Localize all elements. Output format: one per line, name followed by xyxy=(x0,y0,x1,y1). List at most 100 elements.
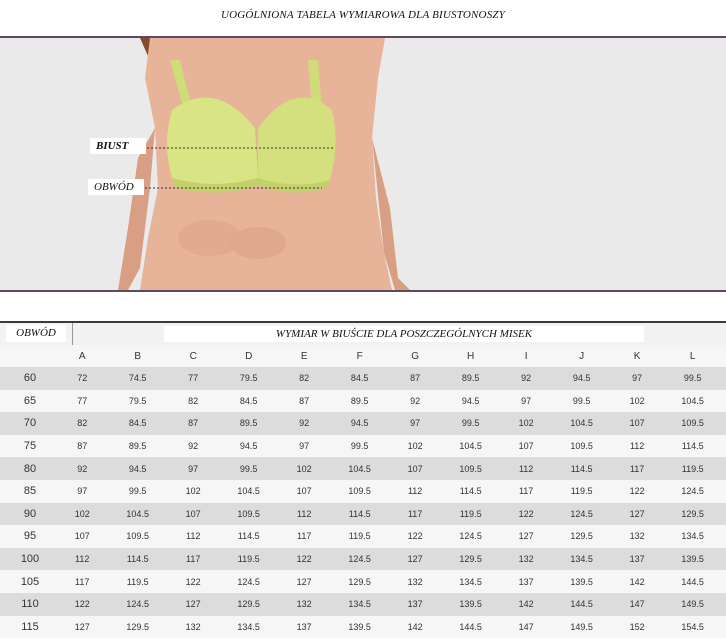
bust-measurement: 129.5 xyxy=(437,547,504,571)
bust-measurement: 92 xyxy=(60,457,105,480)
bust-measurement: 114.5 xyxy=(215,525,282,548)
bust-measurement: 112 xyxy=(170,525,216,548)
bust-measurement: 117 xyxy=(392,502,438,526)
bust-measurement: 119.5 xyxy=(215,547,282,571)
table-row: 90 102 104.5 107 109.5 112 114.5 117 119.5 122 124… xyxy=(0,502,726,526)
bust-measurement: 112 xyxy=(392,479,438,503)
cup-letter: K xyxy=(614,345,660,367)
bust-measurement: 89.5 xyxy=(104,434,171,458)
bust-measurement: 99.5 xyxy=(548,389,615,413)
bust-measurement: 122 xyxy=(281,547,327,571)
bust-measurement: 104.5 xyxy=(437,434,504,458)
bust-measurement: 139.5 xyxy=(437,592,504,616)
band-size: 65 xyxy=(0,389,60,413)
bust-measurement: 102 xyxy=(614,389,660,413)
cup-letter: G xyxy=(392,345,438,367)
bust-measurement: 109.5 xyxy=(215,502,282,526)
bust-measurement: 117 xyxy=(170,547,216,571)
bust-measurement: 94.5 xyxy=(437,389,504,413)
bust-measurement: 89.5 xyxy=(215,412,282,435)
band-size: 95 xyxy=(0,525,60,548)
bust-measurement: 124.5 xyxy=(659,479,726,503)
bust-measurement: 104.5 xyxy=(104,502,171,526)
table-row: 60 72 74.5 77 79.5 82 84.5 87 89.5 92 94.5 97 99.5 xyxy=(0,367,726,390)
bust-measurement: 79.5 xyxy=(215,367,282,390)
model-illustration xyxy=(118,38,410,290)
bust-measurement: 132 xyxy=(614,525,660,548)
table-row: 95 107 109.5 112 114.5 117 119.5 122 124.5 127 129… xyxy=(0,525,726,548)
bust-measurement: 92 xyxy=(170,434,216,458)
bust-measurement: 119.5 xyxy=(437,502,504,526)
band-size: 70 xyxy=(0,412,60,435)
bust-measurement: 142 xyxy=(614,570,660,593)
bust-measurement: 109.5 xyxy=(104,525,171,548)
bust-measurement: 97 xyxy=(392,412,438,435)
bust-measurement: 102 xyxy=(392,434,438,458)
bust-measurement: 107 xyxy=(170,502,216,526)
bust-measurement: 109.5 xyxy=(326,479,393,503)
bust-measurement: 112 xyxy=(281,502,327,526)
bust-measurement: 132 xyxy=(503,547,549,571)
table-row: 75 87 89.5 92 94.5 97 99.5 102 104.5 107 109.5 112 1… xyxy=(0,434,726,458)
bust-measurement: 117 xyxy=(614,457,660,480)
cup-letter: E xyxy=(281,345,327,367)
bust-measurement: 104.5 xyxy=(548,412,615,435)
bust-measurement: 104.5 xyxy=(215,479,282,503)
model-photo: BIUST OBWÓD xyxy=(0,36,726,292)
bust-measurement: 104.5 xyxy=(659,389,726,413)
bust-measurement: 94.5 xyxy=(215,434,282,458)
bust-measurement: 132 xyxy=(281,592,327,616)
bust-measurement: 119.5 xyxy=(548,479,615,503)
bust-measurement: 117 xyxy=(60,570,105,593)
bust-measurement: 134.5 xyxy=(659,525,726,548)
band-size: 85 xyxy=(0,479,60,503)
bust-measurement: 82 xyxy=(281,367,327,390)
bust-measurement: 117 xyxy=(503,479,549,503)
bust-measurement: 127 xyxy=(281,570,327,593)
bust-measurement: 122 xyxy=(614,479,660,503)
cup-letter: D xyxy=(215,345,282,367)
bust-measurement: 114.5 xyxy=(104,547,171,571)
table-row: 85 97 99.5 102 104.5 107 109.5 112 114.5 117 119.5… xyxy=(0,479,726,503)
bust-measurement: 129.5 xyxy=(326,570,393,593)
bust-measurement: 92 xyxy=(281,412,327,435)
band-size: 105 xyxy=(0,570,60,593)
bust-measurement: 114.5 xyxy=(437,479,504,503)
table-row: 105 117 119.5 122 124.5 127 129.5 132 134.5 137 13… xyxy=(0,570,726,593)
bust-measurement: 117 xyxy=(281,525,327,548)
bust-measurement: 112 xyxy=(60,547,105,571)
bust-measurement: 87 xyxy=(60,434,105,458)
bust-measurement: 122 xyxy=(392,525,438,548)
cup-letter: H xyxy=(437,345,504,367)
bust-measurement: 84.5 xyxy=(104,412,171,435)
bust-measurement: 127 xyxy=(614,502,660,526)
bust-measurement: 107 xyxy=(392,457,438,480)
bust-measurement: 99.5 xyxy=(437,412,504,435)
cup-letter: C xyxy=(170,345,216,367)
bust-label: BIUST xyxy=(90,138,146,154)
bust-measurement: 114.5 xyxy=(659,434,726,458)
band-size: 80 xyxy=(0,457,60,480)
bust-measurement: 99.5 xyxy=(215,457,282,480)
bust-measurement: 129.5 xyxy=(215,592,282,616)
bust-measurement: 77 xyxy=(60,389,105,413)
bust-measurement: 134.5 xyxy=(548,547,615,571)
bust-measurement: 139.5 xyxy=(659,547,726,571)
corner-cell xyxy=(0,345,60,367)
band-size: 100 xyxy=(0,547,60,571)
bust-measurement: 129.5 xyxy=(548,525,615,548)
bust-measurement: 119.5 xyxy=(659,457,726,480)
bust-measurement: 94.5 xyxy=(104,457,171,480)
bust-measurement: 109.5 xyxy=(548,434,615,458)
bust-measurement: 87 xyxy=(281,389,327,413)
bust-measurement: 92 xyxy=(503,367,549,390)
cup-letter: A xyxy=(60,345,105,367)
bust-measurement: 107 xyxy=(503,434,549,458)
bust-measurement: 134.5 xyxy=(437,570,504,593)
band-label: OBWÓD xyxy=(88,179,144,195)
bust-measurement: 109.5 xyxy=(659,412,726,435)
bust-measurement: 104.5 xyxy=(326,457,393,480)
cup-letter: I xyxy=(503,345,549,367)
bust-measurement: 149.5 xyxy=(659,592,726,616)
bust-measurement: 119.5 xyxy=(326,525,393,548)
